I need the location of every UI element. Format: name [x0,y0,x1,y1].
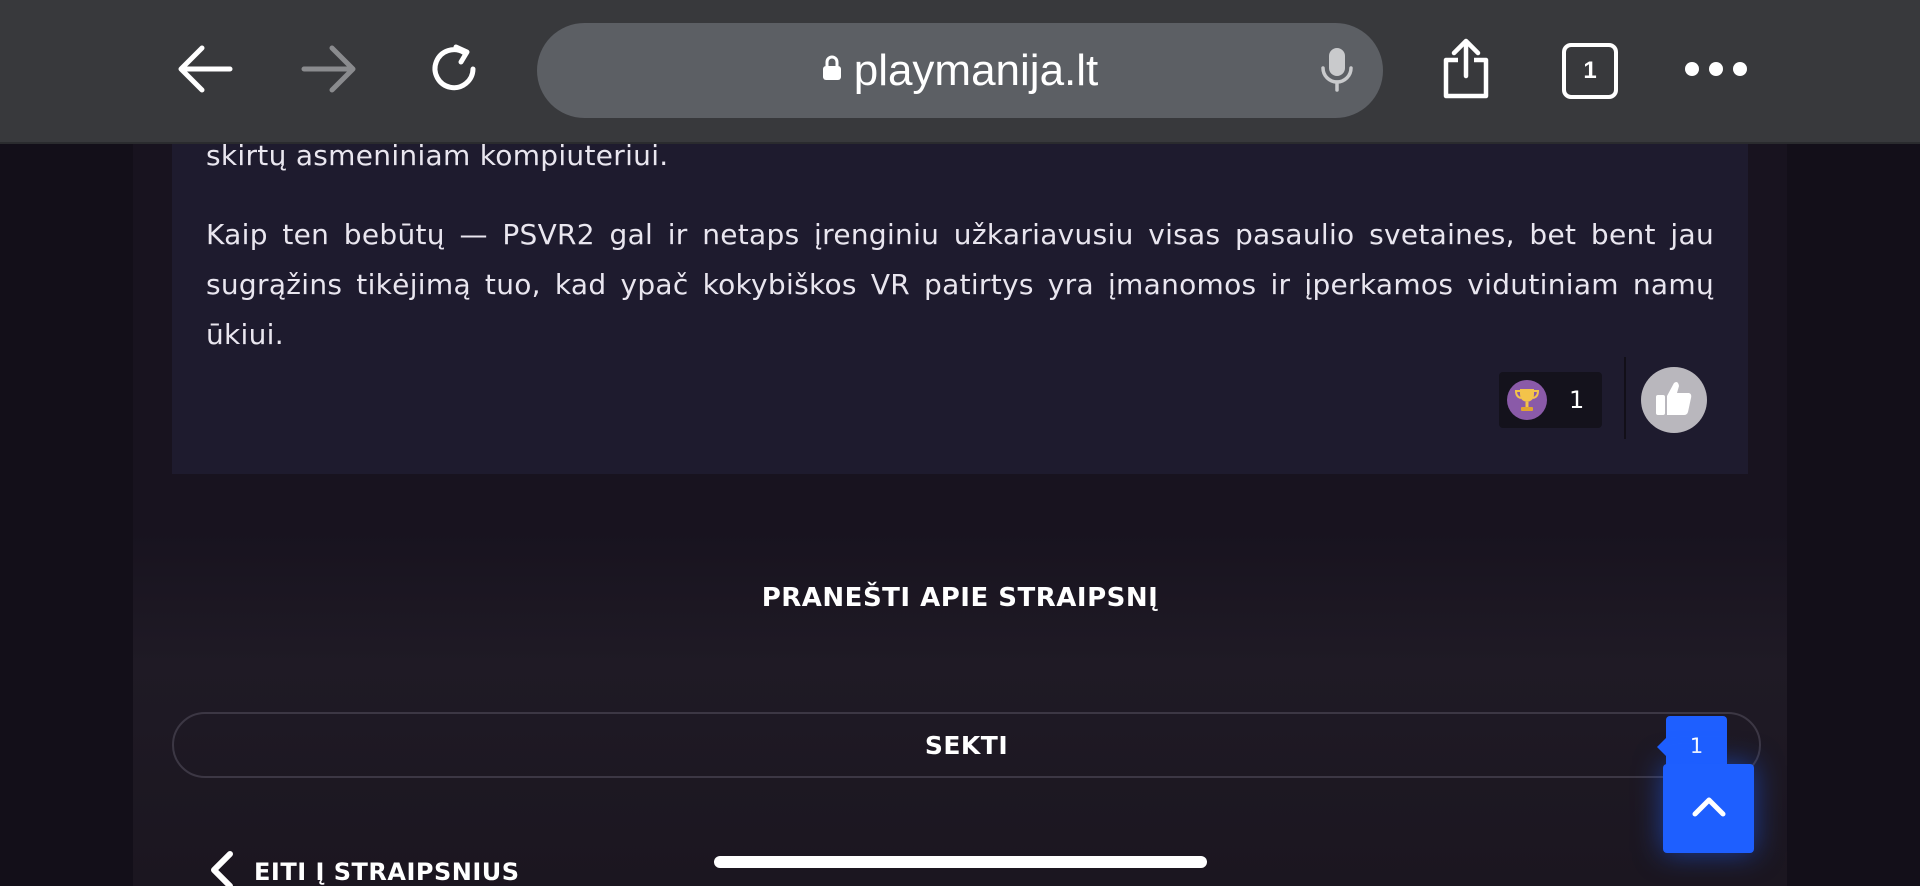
report-article-link[interactable]: PRANEŠTI APIE STRAIPSNĮ [0,583,1920,613]
reload-icon [426,41,482,102]
reload-button[interactable] [419,36,489,106]
like-button[interactable] [1641,367,1707,433]
scroll-to-top-button[interactable] [1663,764,1754,853]
follow-button[interactable]: SEKTI [172,712,1761,778]
back-to-articles-link[interactable]: EITI Į STRAIPSNIUS [206,850,520,886]
more-dots-icon [1684,61,1748,82]
more-button[interactable] [1681,36,1751,106]
microphone-icon [1320,46,1354,97]
back-button[interactable] [170,36,240,106]
chevron-left-icon [206,850,236,886]
thumbs-up-icon [1654,379,1694,422]
microphone-button[interactable] [1317,47,1357,95]
article-closing-paragraph: Kaip ten bebūtų — PSVR2 gal ir netaps įr… [206,218,1714,351]
home-indicator[interactable] [714,856,1207,868]
share-icon [1440,38,1492,105]
forward-button[interactable] [294,36,364,106]
tabs-button[interactable]: 1 [1562,43,1618,99]
arrow-right-icon [300,44,358,99]
divider [1624,357,1626,439]
browser-toolbar: playmanija.lt 1 [0,0,1920,144]
address-bar[interactable]: playmanija.lt [537,23,1383,118]
share-button[interactable] [1431,36,1501,106]
reward-count: 1 [1569,386,1585,414]
address-bar-content: playmanija.lt [537,23,1383,118]
trophy-icon [1507,380,1547,420]
chevron-up-icon [1692,795,1726,822]
reward-counter[interactable]: 1 [1499,372,1602,428]
lock-icon [822,55,842,86]
back-to-articles-label: EITI Į STRAIPSNIUS [254,858,520,886]
url-text: playmanija.lt [853,45,1099,95]
arrow-left-icon [176,44,234,99]
